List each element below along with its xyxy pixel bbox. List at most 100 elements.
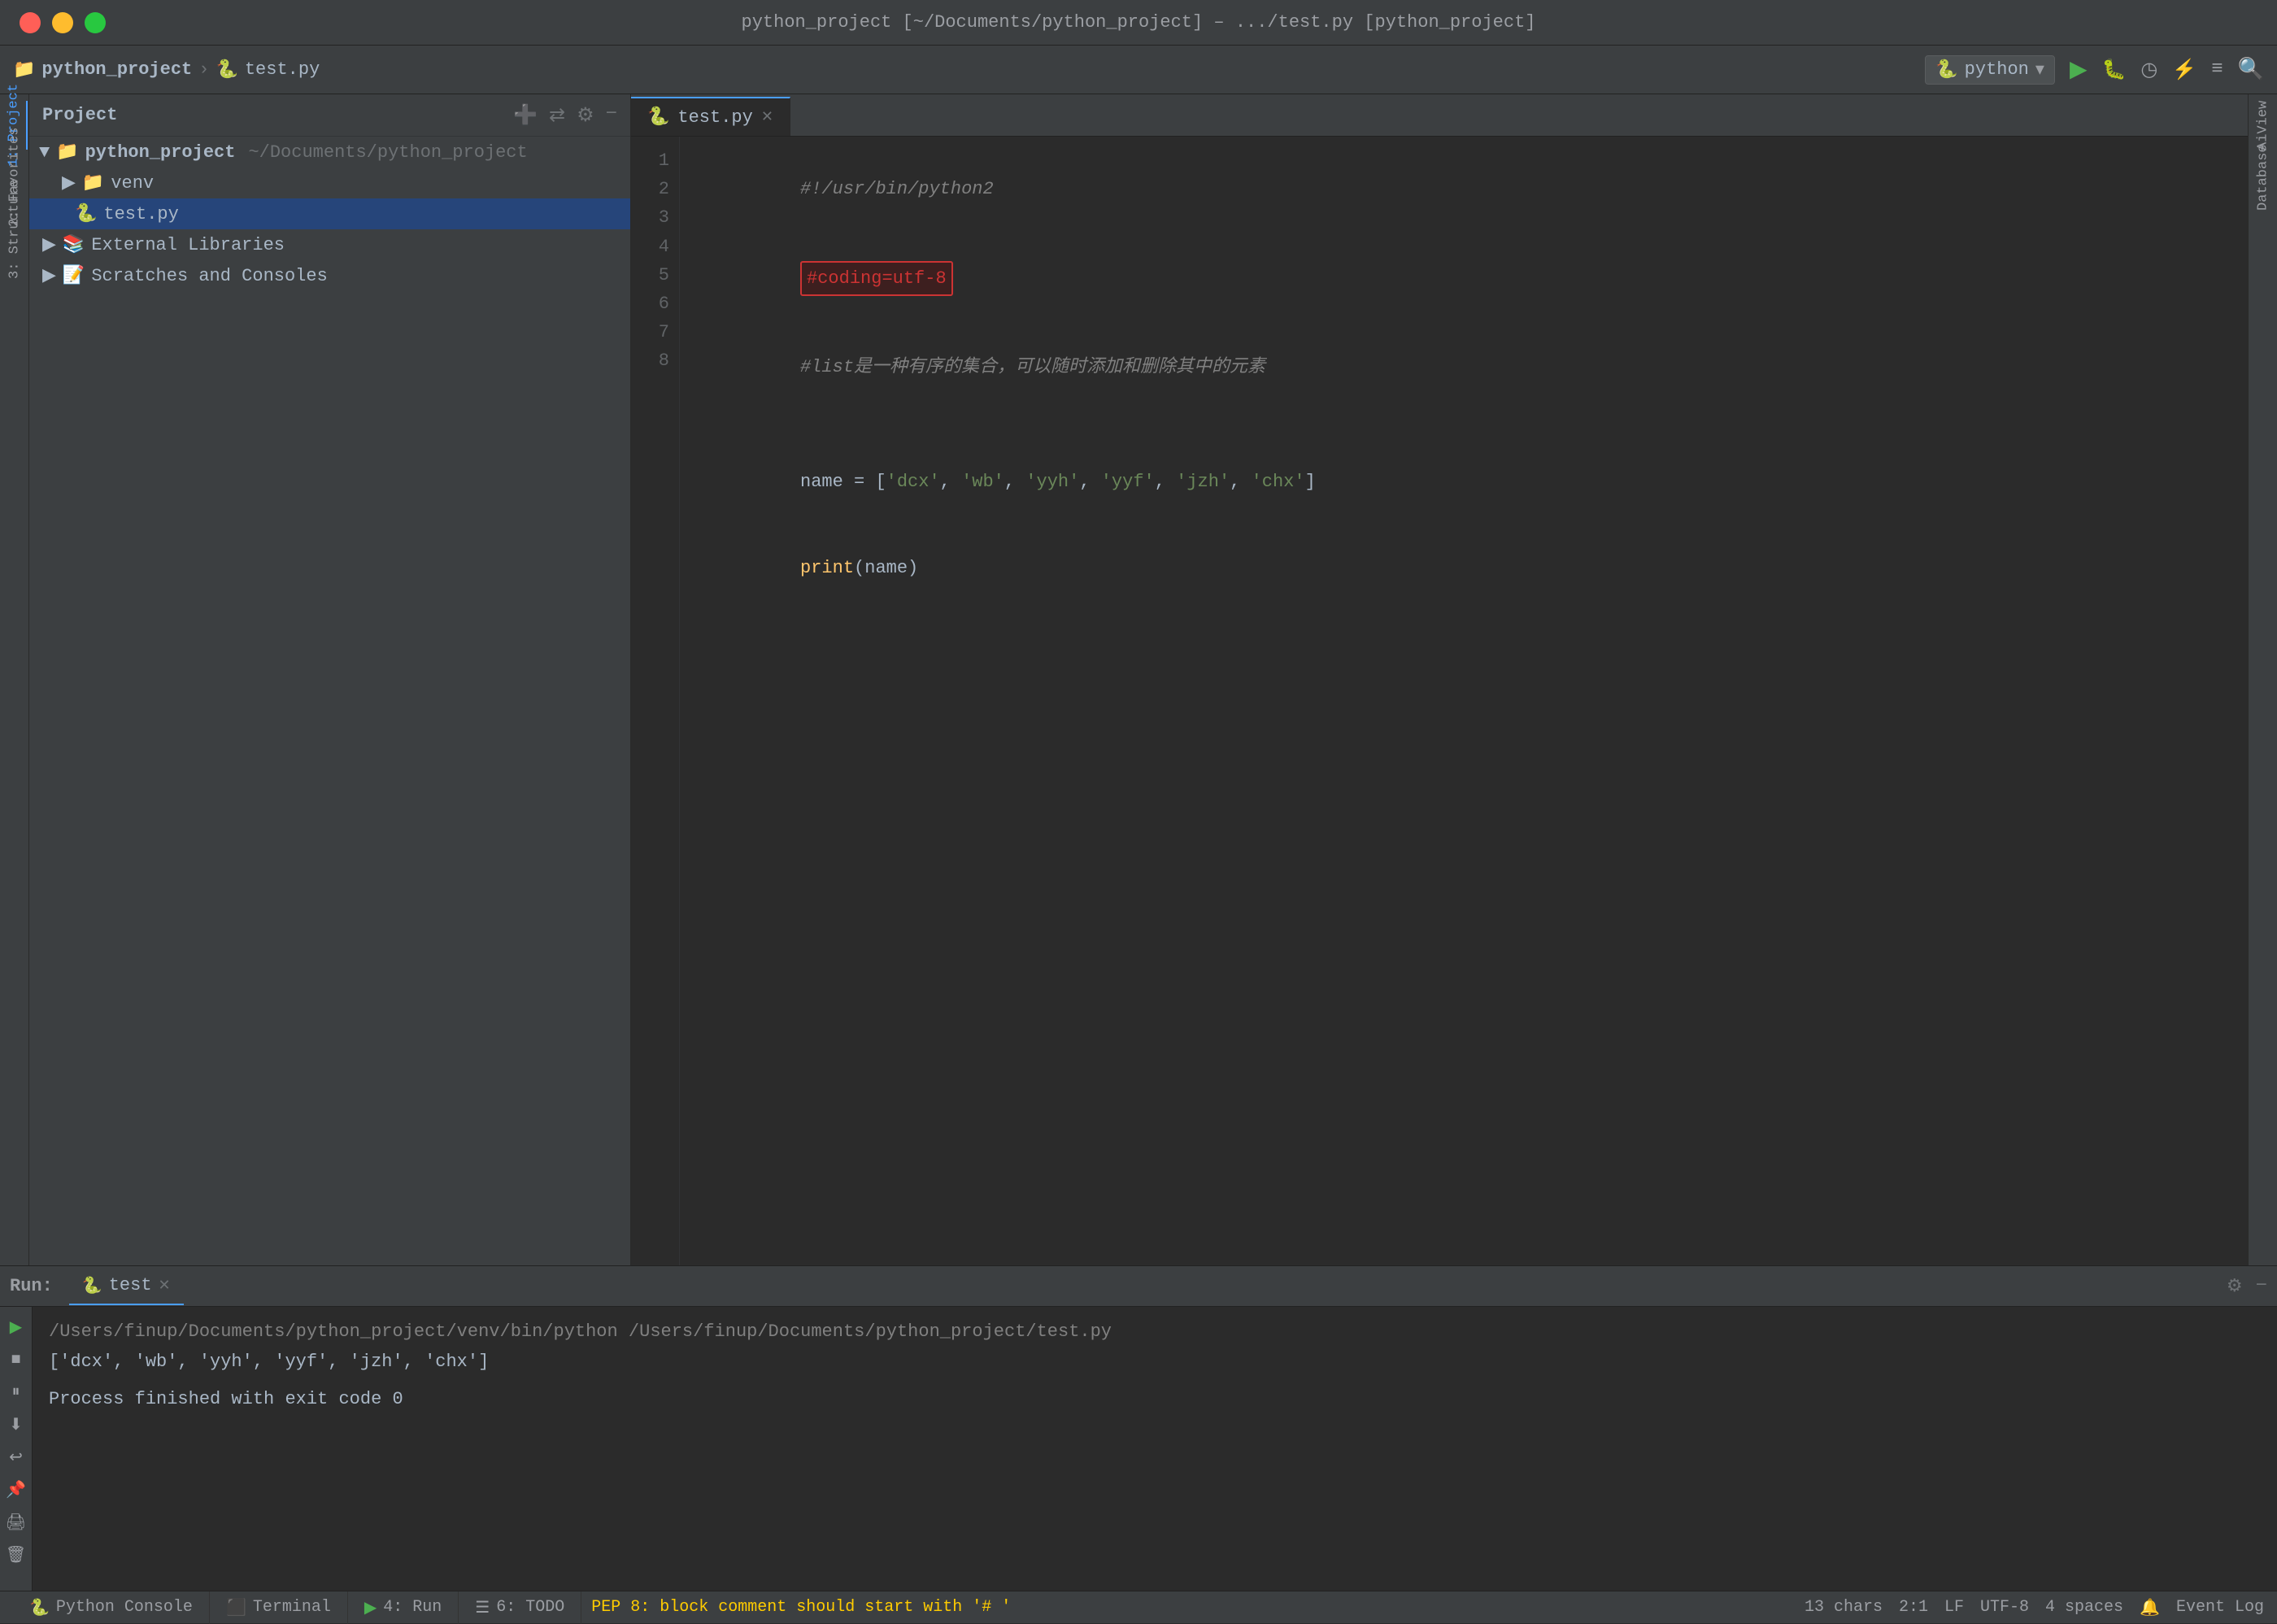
python-console-icon: 🐍 bbox=[29, 1597, 50, 1618]
terminal-tab[interactable]: ⬛ Terminal bbox=[210, 1591, 348, 1624]
app-body: 1: Project 2: Favorites 3: Structure Pro… bbox=[0, 94, 2277, 1265]
python-console-tab[interactable]: 🐍 Python Console bbox=[13, 1591, 210, 1624]
run-config-name: python bbox=[1965, 59, 2029, 80]
profile-button[interactable]: ⚡ bbox=[2172, 58, 2196, 82]
tab-py-icon: 🐍 bbox=[647, 107, 669, 128]
run-output: /Users/finup/Documents/python_project/ve… bbox=[33, 1307, 2277, 1591]
code-line-8 bbox=[693, 639, 2235, 668]
run-bottom-tab[interactable]: ▶ 4: Run bbox=[348, 1591, 459, 1624]
python-console-label: Python Console bbox=[56, 1598, 193, 1617]
debug-button[interactable]: 🐛 bbox=[2101, 58, 2126, 82]
status-bar: 🐍 Python Console ⬛ Terminal ▶ 4: Run ☰ 6… bbox=[0, 1591, 2277, 1623]
minimize-button[interactable] bbox=[52, 12, 73, 33]
run-config-icon: 🐍 bbox=[1935, 59, 1957, 81]
tab-close-icon[interactable]: ✕ bbox=[761, 108, 773, 126]
ext-libs-label: External Libraries bbox=[91, 235, 285, 255]
sidebar-database[interactable]: Database bbox=[2250, 153, 2276, 202]
ext-libs-icon: 📚 bbox=[63, 234, 85, 255]
run-wrap-btn[interactable]: ↩ bbox=[2, 1443, 30, 1471]
run-output-line: ['dcx', 'wb', 'yyh', 'yyf', 'jzh', 'chx'… bbox=[49, 1347, 2261, 1377]
breadcrumb-separator: › bbox=[198, 59, 209, 80]
run-command-line: /Users/finup/Documents/python_project/ve… bbox=[49, 1317, 2261, 1347]
scratches-expand-icon: ▶ bbox=[42, 265, 56, 286]
run-settings-icon[interactable]: ⚙ bbox=[2227, 1276, 2243, 1297]
event-log-label[interactable]: Event Log bbox=[2176, 1598, 2264, 1617]
run-play-btn[interactable]: ▶ bbox=[2, 1313, 30, 1341]
project-panel-title: Project bbox=[42, 105, 117, 125]
search-button[interactable]: 🔍 bbox=[2238, 57, 2264, 82]
code-line-7 bbox=[693, 611, 2235, 639]
run-scroll-down-btn[interactable]: ⬇ bbox=[2, 1411, 30, 1439]
chars-info: 13 chars bbox=[1805, 1598, 1883, 1617]
minimize-panel-icon[interactable]: − bbox=[606, 103, 617, 128]
code-line-4 bbox=[693, 411, 2235, 439]
status-bottom-tabs: 🐍 Python Console ⬛ Terminal ▶ 4: Run ☰ 6… bbox=[13, 1591, 581, 1624]
bottom-tabs: Run: 🐍 test ✕ ⚙ − bbox=[0, 1266, 2277, 1307]
event-log-icon: 🔔 bbox=[2140, 1597, 2160, 1618]
collapse-icon: ▶ bbox=[62, 172, 76, 194]
line-ending: LF bbox=[1944, 1598, 1964, 1617]
file-name: test.py bbox=[245, 59, 320, 80]
panel-header-icons: ➕ ⇄ ⚙ − bbox=[513, 103, 617, 128]
testpy-label: test.py bbox=[103, 204, 178, 224]
run-tab-test[interactable]: 🐍 test ✕ bbox=[69, 1268, 184, 1305]
close-button[interactable] bbox=[20, 12, 41, 33]
left-sidebar-icons: 1: Project 2: Favorites 3: Structure bbox=[0, 94, 29, 1265]
dropdown-icon: ▾ bbox=[2035, 59, 2044, 81]
run-print-btn[interactable]: 🖨 bbox=[2, 1509, 30, 1536]
venv-label: venv bbox=[111, 173, 154, 194]
status-warning: PEP 8: block comment should start with '… bbox=[591, 1598, 1011, 1617]
run-trash-btn[interactable]: 🗑 bbox=[2, 1541, 30, 1569]
project-path: ~/Documents/python_project bbox=[248, 142, 527, 163]
run-stop-btn[interactable]: ■ bbox=[2, 1346, 30, 1374]
file-py-icon: 🐍 bbox=[75, 203, 97, 224]
todo-tab[interactable]: ☰ 6: TODO bbox=[459, 1591, 581, 1624]
run-pause-btn[interactable]: ⏸ bbox=[2, 1378, 30, 1406]
tree-item-python-project[interactable]: ▼ 📁 python_project ~/Documents/python_pr… bbox=[29, 137, 630, 168]
settings-icon[interactable]: ⚙ bbox=[577, 103, 594, 128]
editor-tabs: 🐍 test.py ✕ bbox=[631, 94, 2248, 137]
add-icon[interactable]: ➕ bbox=[513, 103, 538, 128]
coverage-button[interactable]: ◷ bbox=[2140, 58, 2157, 82]
sync-icon[interactable]: ⇄ bbox=[549, 103, 565, 128]
run-bottom-label: 4: Run bbox=[383, 1598, 442, 1617]
project-panel-header: Project ➕ ⇄ ⚙ − bbox=[29, 94, 630, 137]
run-exit-line: Process finished with exit code 0 bbox=[49, 1384, 2261, 1414]
sidebar-aiview[interactable]: AiView bbox=[2250, 101, 2276, 150]
tree-item-external-libs[interactable]: ▶ 📚 External Libraries bbox=[29, 229, 630, 260]
tree-item-venv[interactable]: ▶ 📁 venv bbox=[29, 168, 630, 198]
bottom-panel: Run: 🐍 test ✕ ⚙ − ▶ ■ ⏸ ⬇ ↩ 📌 🖨 🗑 /Users… bbox=[0, 1265, 2277, 1591]
indent-info: 4 spaces bbox=[2045, 1598, 2123, 1617]
tab-label: test.py bbox=[677, 107, 752, 128]
tree-item-scratches[interactable]: ▶ 📝 Scratches and Consoles bbox=[29, 260, 630, 291]
window-title: python_project [~/Documents/python_proje… bbox=[742, 12, 1536, 33]
code-area[interactable]: #!/usr/bin/python2 #coding=utf-8 #list是一… bbox=[680, 137, 2248, 1265]
tree-item-testpy[interactable]: 🐍 test.py bbox=[29, 198, 630, 229]
scratches-icon: 📝 bbox=[63, 265, 85, 286]
tab-testpy[interactable]: 🐍 test.py ✕ bbox=[631, 97, 790, 136]
encoding-info: UTF-8 bbox=[1980, 1598, 2029, 1617]
terminal-label: Terminal bbox=[253, 1598, 331, 1617]
run-pin-btn[interactable]: 📌 bbox=[2, 1476, 30, 1504]
sidebar-item-structure[interactable]: 3: Structure bbox=[2, 205, 28, 254]
run-button[interactable]: ▶ bbox=[2070, 55, 2088, 84]
run-tab-icon: 🐍 bbox=[82, 1275, 102, 1296]
project-label: python_project bbox=[85, 142, 236, 163]
run-sidebar: ▶ ■ ⏸ ⬇ ↩ 📌 🖨 🗑 bbox=[0, 1307, 33, 1591]
window-controls[interactable] bbox=[20, 12, 106, 33]
run-tab-name: test bbox=[109, 1275, 152, 1295]
main-toolbar: 📁 python_project › 🐍 test.py 🐍 python ▾ … bbox=[0, 46, 2277, 94]
run-tab-close[interactable]: ✕ bbox=[159, 1277, 171, 1295]
todo-label: 6: TODO bbox=[496, 1598, 564, 1617]
highlighted-coding-line: #coding=utf-8 bbox=[800, 261, 953, 296]
maximize-button[interactable] bbox=[85, 12, 106, 33]
title-bar: python_project [~/Documents/python_proje… bbox=[0, 0, 2277, 46]
venv-folder-icon: 📁 bbox=[82, 172, 104, 194]
run-config[interactable]: 🐍 python ▾ bbox=[1925, 55, 2055, 85]
file-icon: 🐍 bbox=[216, 59, 237, 81]
run-minimize-icon[interactable]: − bbox=[2256, 1275, 2267, 1297]
code-line-3: #list是一种有序的集合，可以随时添加和删除其中的元素 bbox=[693, 324, 2235, 411]
more-button[interactable]: ≡ bbox=[2211, 59, 2223, 81]
code-line-6: print(name) bbox=[693, 525, 2235, 611]
project-panel: Project ➕ ⇄ ⚙ − ▼ 📁 python_project ~/Doc… bbox=[29, 94, 631, 1265]
